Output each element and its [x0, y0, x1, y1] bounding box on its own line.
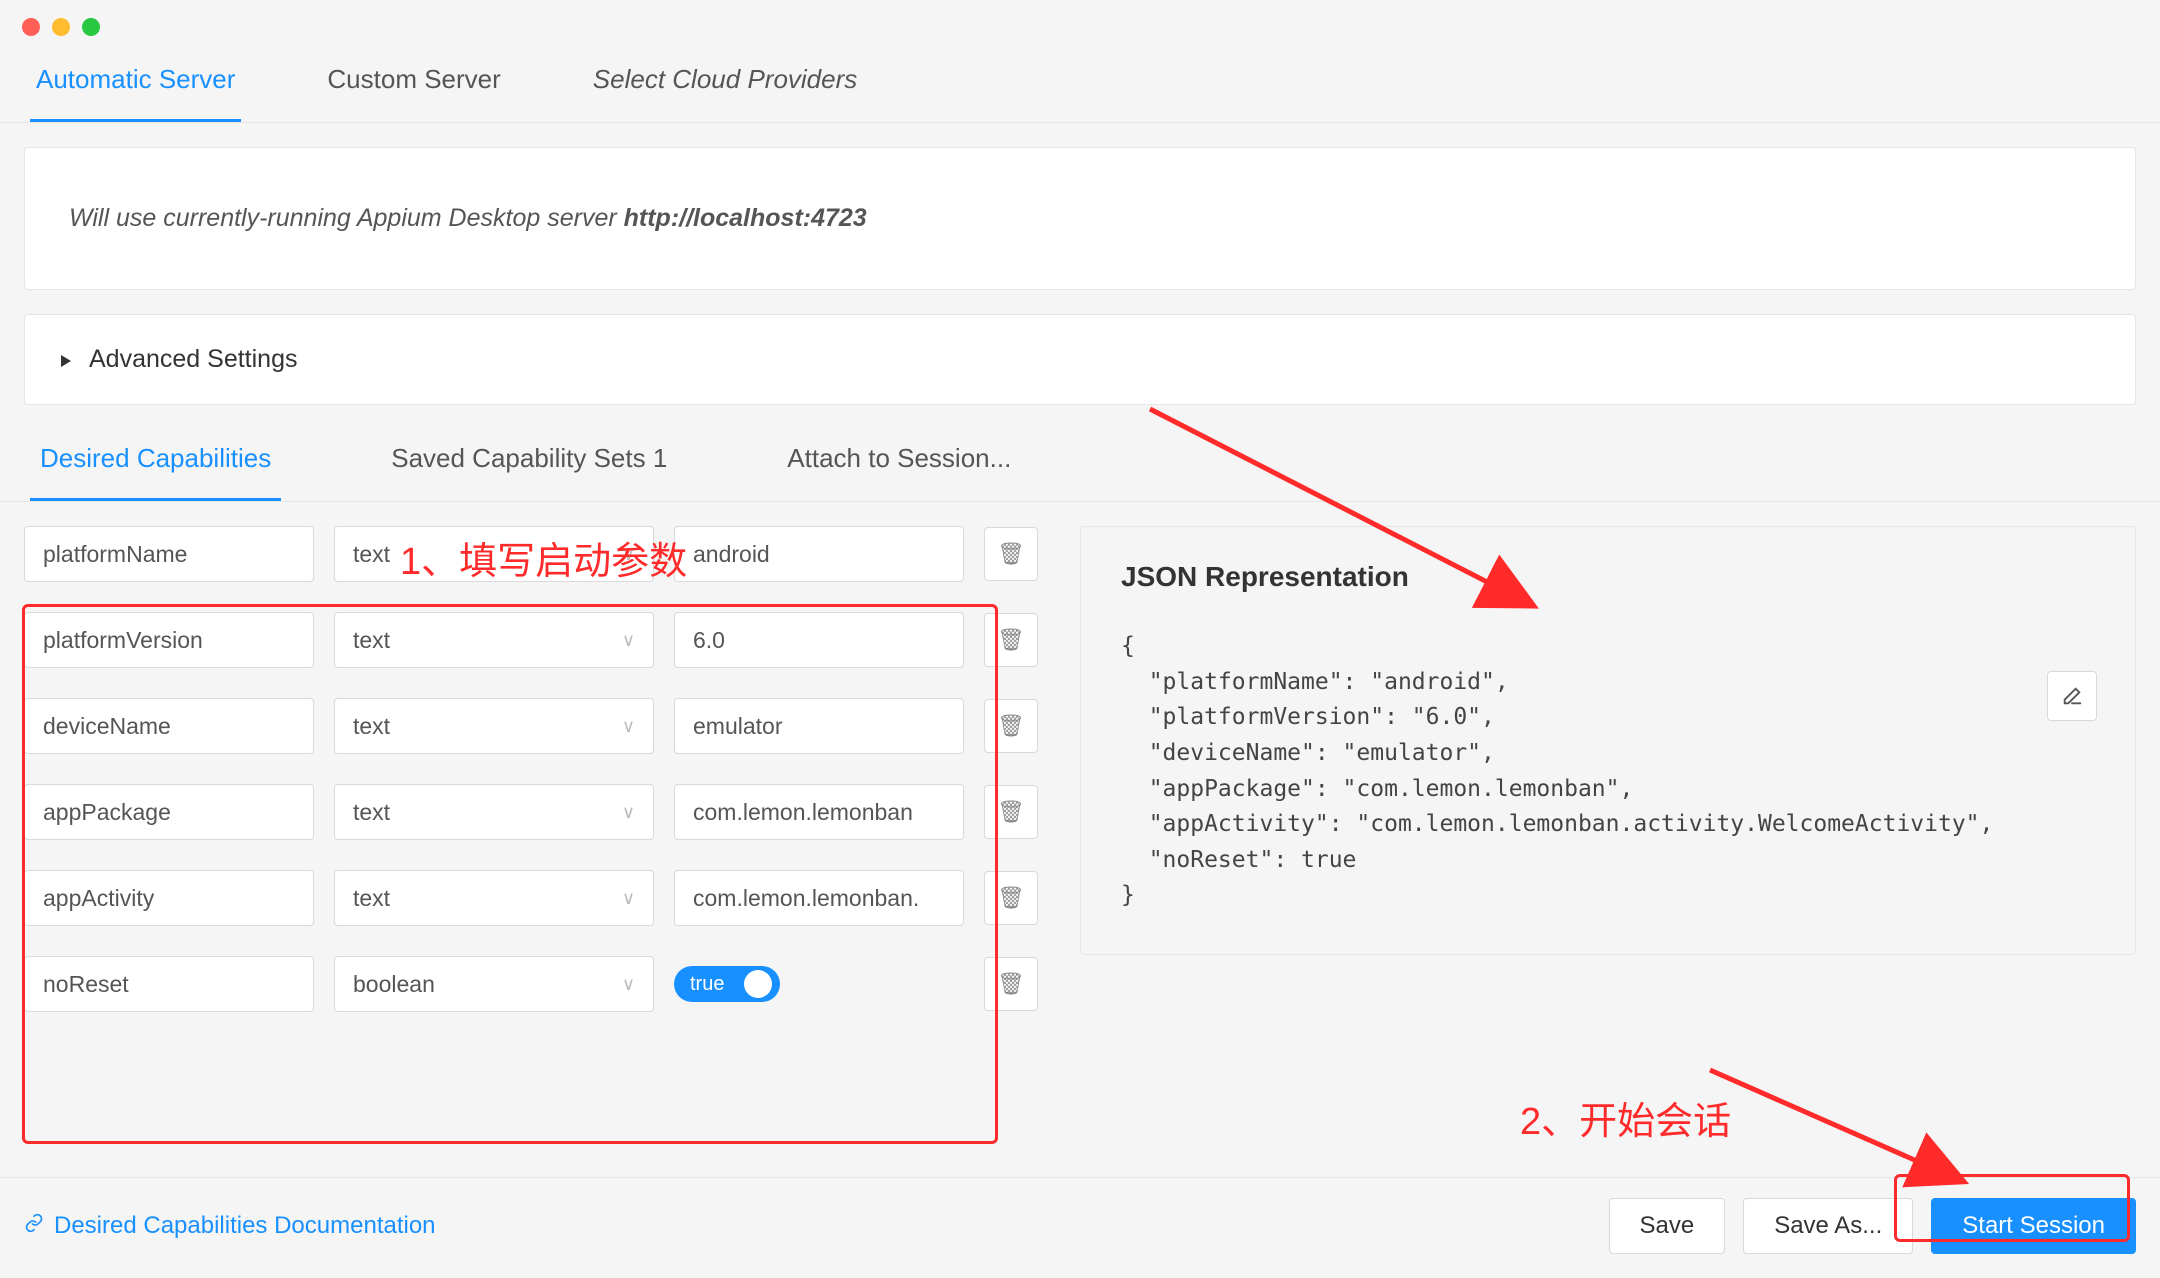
minimize-window-button[interactable] [52, 18, 70, 36]
server-info-prefix: Will use currently-running Appium Deskto… [69, 204, 624, 232]
cap-value-input[interactable]: 6.0 [674, 612, 964, 668]
edit-json-button[interactable] [2047, 671, 2097, 721]
save-button[interactable]: Save [1609, 1198, 1726, 1254]
tab-saved-sets[interactable]: Saved Capability Sets 1 [381, 429, 677, 501]
delete-cap-button[interactable]: 🗑 [984, 871, 1038, 925]
server-info-card: Will use currently-running Appium Deskto… [24, 147, 2136, 290]
advanced-settings-toggle[interactable]: Advanced Settings [24, 314, 2136, 405]
cap-name-input[interactable]: appActivity [24, 870, 314, 926]
delete-cap-button[interactable]: 🗑 [984, 613, 1038, 667]
server-url: http://localhost:4723 [624, 204, 867, 232]
delete-cap-button[interactable]: 🗑 [984, 527, 1038, 581]
cap-name-input[interactable]: platformVersion [24, 612, 314, 668]
tab-desired-capabilities[interactable]: Desired Capabilities [30, 429, 281, 501]
start-session-button[interactable]: Start Session [1931, 1198, 2136, 1254]
window-controls [0, 0, 2160, 46]
chevron-down-icon: ∨ [622, 716, 635, 737]
toggle-label: true [690, 973, 724, 996]
doc-link[interactable]: Desired Capabilities Documentation [24, 1212, 436, 1240]
chevron-down-icon: ∨ [622, 630, 635, 651]
cap-value-input[interactable]: com.lemon.lemonban [674, 784, 964, 840]
doc-link-label: Desired Capabilities Documentation [54, 1212, 436, 1240]
annotation-text-2: 2、开始会话 [1520, 1090, 1731, 1145]
cap-value-toggle[interactable]: true [674, 966, 780, 1002]
delete-cap-button[interactable]: 🗑 [984, 785, 1038, 839]
app-window: Automatic Server Custom Server Select Cl… [0, 0, 2160, 1278]
cap-value-input[interactable]: com.lemon.lemonban. [674, 870, 964, 926]
capability-grid: platformName text∨ android 🗑 platformVer… [24, 526, 1040, 1012]
cap-name-input[interactable]: noReset [24, 956, 314, 1012]
close-window-button[interactable] [22, 18, 40, 36]
trash-icon: 🗑 [997, 541, 1025, 567]
footer-buttons: Save Save As... Start Session [1609, 1198, 2137, 1254]
server-tabs: Automatic Server Custom Server Select Cl… [0, 46, 2160, 123]
delete-cap-button[interactable]: 🗑 [984, 699, 1038, 753]
capabilities-area: platformName text∨ android 🗑 platformVer… [0, 502, 2160, 1036]
trash-icon: 🗑 [997, 627, 1025, 653]
cap-type-select[interactable]: text∨ [334, 698, 654, 754]
cap-type-select[interactable]: text∨ [334, 526, 654, 582]
json-representation-panel: JSON Representation { "platformName": "a… [1080, 526, 2136, 955]
cap-value-input[interactable]: android [674, 526, 964, 582]
cap-name-input[interactable]: appPackage [24, 784, 314, 840]
trash-icon: 🗑 [997, 799, 1025, 825]
cap-type-select[interactable]: boolean∨ [334, 956, 654, 1012]
pencil-icon [2061, 685, 2083, 707]
advanced-settings-label: Advanced Settings [89, 345, 297, 374]
tab-custom-server[interactable]: Custom Server [321, 46, 506, 122]
json-panel-title: JSON Representation [1121, 561, 2095, 593]
cap-name-input[interactable]: platformName [24, 526, 314, 582]
tab-cloud-providers[interactable]: Select Cloud Providers [587, 46, 863, 122]
capability-tabs: Desired Capabilities Saved Capability Se… [0, 429, 2160, 502]
cap-name-input[interactable]: deviceName [24, 698, 314, 754]
delete-cap-button[interactable]: 🗑 [984, 957, 1038, 1011]
zoom-window-button[interactable] [82, 18, 100, 36]
cap-type-select[interactable]: text∨ [334, 612, 654, 668]
cap-value-input[interactable]: emulator [674, 698, 964, 754]
chevron-down-icon: ∨ [622, 544, 635, 565]
tab-attach-session[interactable]: Attach to Session... [777, 429, 1021, 501]
cap-type-select[interactable]: text∨ [334, 870, 654, 926]
cap-type-select[interactable]: text∨ [334, 784, 654, 840]
tab-automatic-server[interactable]: Automatic Server [30, 46, 241, 122]
link-icon [24, 1212, 44, 1240]
chevron-down-icon: ∨ [622, 802, 635, 823]
toggle-knob [744, 970, 772, 998]
json-body: { "platformName": "android", "platformVe… [1121, 629, 2095, 914]
trash-icon: 🗑 [997, 971, 1025, 997]
chevron-right-icon [61, 345, 71, 374]
chevron-down-icon: ∨ [622, 974, 635, 995]
trash-icon: 🗑 [997, 713, 1025, 739]
save-as-button[interactable]: Save As... [1743, 1198, 1913, 1254]
chevron-down-icon: ∨ [622, 888, 635, 909]
trash-icon: 🗑 [997, 885, 1025, 911]
footer-bar: Desired Capabilities Documentation Save … [0, 1177, 2160, 1278]
